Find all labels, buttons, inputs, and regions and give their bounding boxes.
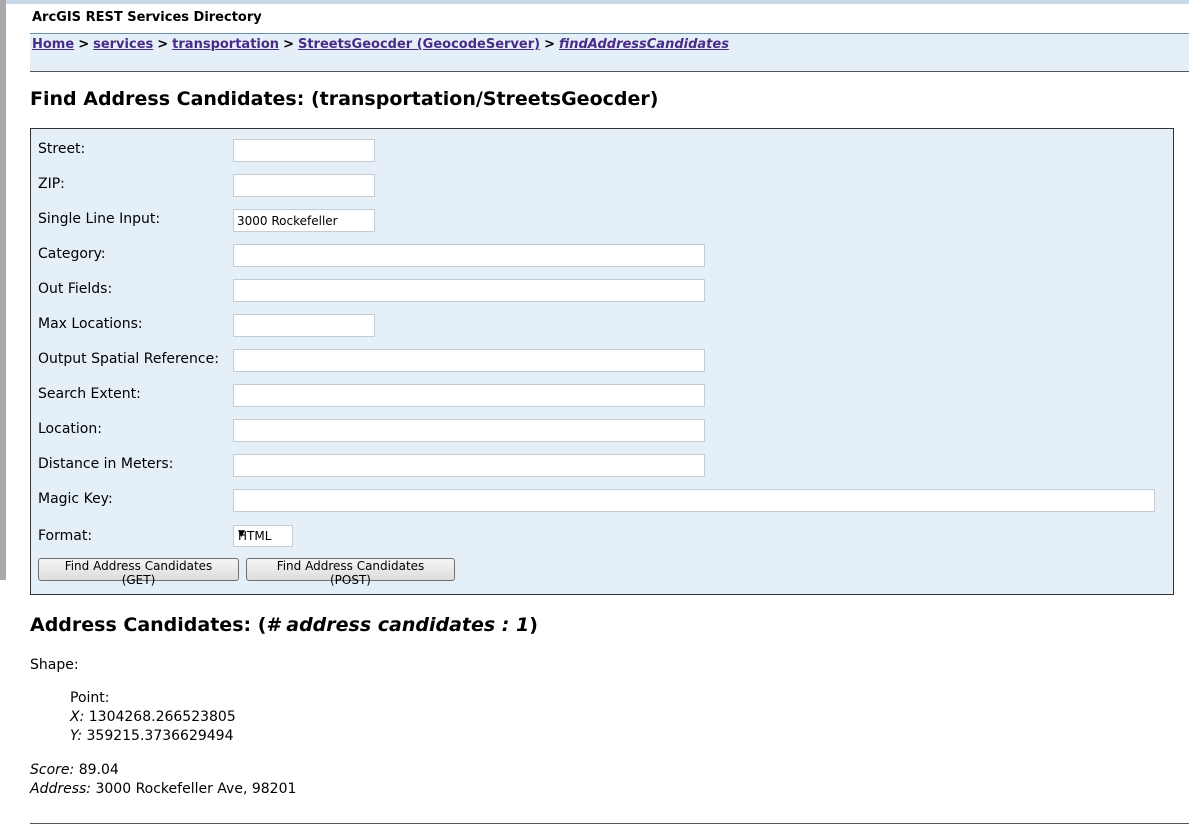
score: Score: 89.04 — [30, 762, 119, 778]
y-value: 359215.3736629494 — [86, 728, 234, 744]
max-locations-label: Max Locations: — [38, 316, 143, 332]
address-label: Address: — [30, 781, 92, 797]
find-candidates-post-button[interactable]: Find Address Candidates (POST) — [246, 558, 455, 587]
breadcrumb-find-address-candidates[interactable]: findAddressCandidates — [559, 37, 729, 52]
magic-key-label: Magic Key: — [38, 491, 113, 507]
breadcrumb-transportation[interactable]: transportation — [172, 37, 279, 52]
category-input[interactable] — [233, 244, 705, 267]
x-value: 1304268.266523805 — [88, 709, 236, 725]
top-accent-line — [6, 0, 1189, 4]
format-label: Format: — [38, 528, 93, 544]
breadcrumb-separator: > — [544, 37, 555, 52]
form-row-category: Category: — [31, 234, 1173, 269]
score-value: 89.04 — [78, 762, 119, 778]
breadcrumb-separator: > — [157, 37, 169, 52]
breadcrumb-home[interactable]: Home — [32, 37, 74, 52]
y-label: Y: — [70, 728, 83, 744]
form-row-output-sr: Output Spatial Reference: — [31, 339, 1173, 374]
form-row-street: Street: — [31, 129, 1173, 164]
results-title-prefix: Address Candidates: ( — [30, 614, 267, 636]
breadcrumb-separator: > — [283, 37, 294, 52]
find-candidates-get-button[interactable]: Find Address Candidates (GET) — [38, 558, 239, 587]
app-title: ArcGIS REST Services Directory — [32, 10, 262, 25]
address-value: 3000 Rockefeller Ave, 98201 — [95, 781, 297, 797]
form-row-max-locations: Max Locations: — [31, 304, 1173, 339]
category-label: Category: — [38, 246, 106, 262]
single-line-input[interactable] — [233, 209, 375, 232]
results-title: Address Candidates: (# address candidate… — [30, 614, 538, 636]
breadcrumb: Home > services > transportation > StreetsGeoc… — [30, 33, 1189, 72]
chevron-down-icon: ▼ — [238, 529, 245, 539]
score-label: Score: — [30, 762, 75, 778]
magic-key-input[interactable] — [233, 489, 1155, 512]
distance-label: Distance in Meters: — [38, 456, 174, 472]
form-row-distance: Distance in Meters: — [31, 444, 1173, 479]
point-label: Point: — [70, 690, 110, 706]
out-fields-input[interactable] — [233, 279, 705, 302]
x-label: X: — [70, 709, 85, 725]
street-label: Street: — [38, 141, 86, 157]
form-row-zip: ZIP: — [31, 164, 1173, 199]
breadcrumb-services[interactable]: services — [93, 37, 153, 52]
format-select[interactable]: HTML ▼ — [233, 525, 293, 547]
form-row-magic-key: Magic Key: — [31, 479, 1173, 514]
search-extent-label: Search Extent: — [38, 386, 141, 402]
results-count: # address candidates : 1 — [266, 614, 530, 636]
zip-label: ZIP: — [38, 176, 65, 192]
location-input[interactable] — [233, 419, 705, 442]
search-extent-input[interactable] — [233, 384, 705, 407]
location-label: Location: — [38, 421, 102, 437]
address: Address: 3000 Rockefeller Ave, 98201 — [30, 781, 296, 797]
breadcrumb-links: Home > services > transportation > StreetsGeoc… — [32, 37, 729, 52]
x-coordinate: X: 1304268.266523805 — [70, 709, 236, 725]
max-locations-input[interactable] — [233, 314, 375, 337]
form-row-search-extent: Search Extent: — [31, 374, 1173, 409]
form-row-location: Location: — [31, 409, 1173, 444]
form-row-single-line: Single Line Input: — [31, 199, 1173, 234]
form-row-out-fields: Out Fields: — [31, 269, 1173, 304]
y-coordinate: Y: 359215.3736629494 — [70, 728, 233, 744]
shape-label: Shape: — [30, 657, 79, 673]
breadcrumb-geocodeserver[interactable]: StreetsGeocder (GeocodeServer) — [298, 37, 540, 52]
page-title: Find Address Candidates: (transportation… — [30, 88, 659, 110]
out-fields-label: Out Fields: — [38, 281, 113, 297]
bottom-divider — [30, 823, 1189, 824]
breadcrumb-separator: > — [78, 37, 90, 52]
find-address-form: Street: ZIP: Single Line Input: Category… — [30, 128, 1174, 595]
distance-input[interactable] — [233, 454, 705, 477]
zip-input[interactable] — [233, 174, 375, 197]
results-title-suffix: ) — [529, 614, 538, 636]
single-line-input-label: Single Line Input: — [38, 211, 161, 227]
window-left-edge — [0, 0, 6, 580]
output-spatial-reference-input[interactable] — [233, 349, 705, 372]
output-spatial-reference-label: Output Spatial Reference: — [38, 351, 219, 367]
street-input[interactable] — [233, 139, 375, 162]
